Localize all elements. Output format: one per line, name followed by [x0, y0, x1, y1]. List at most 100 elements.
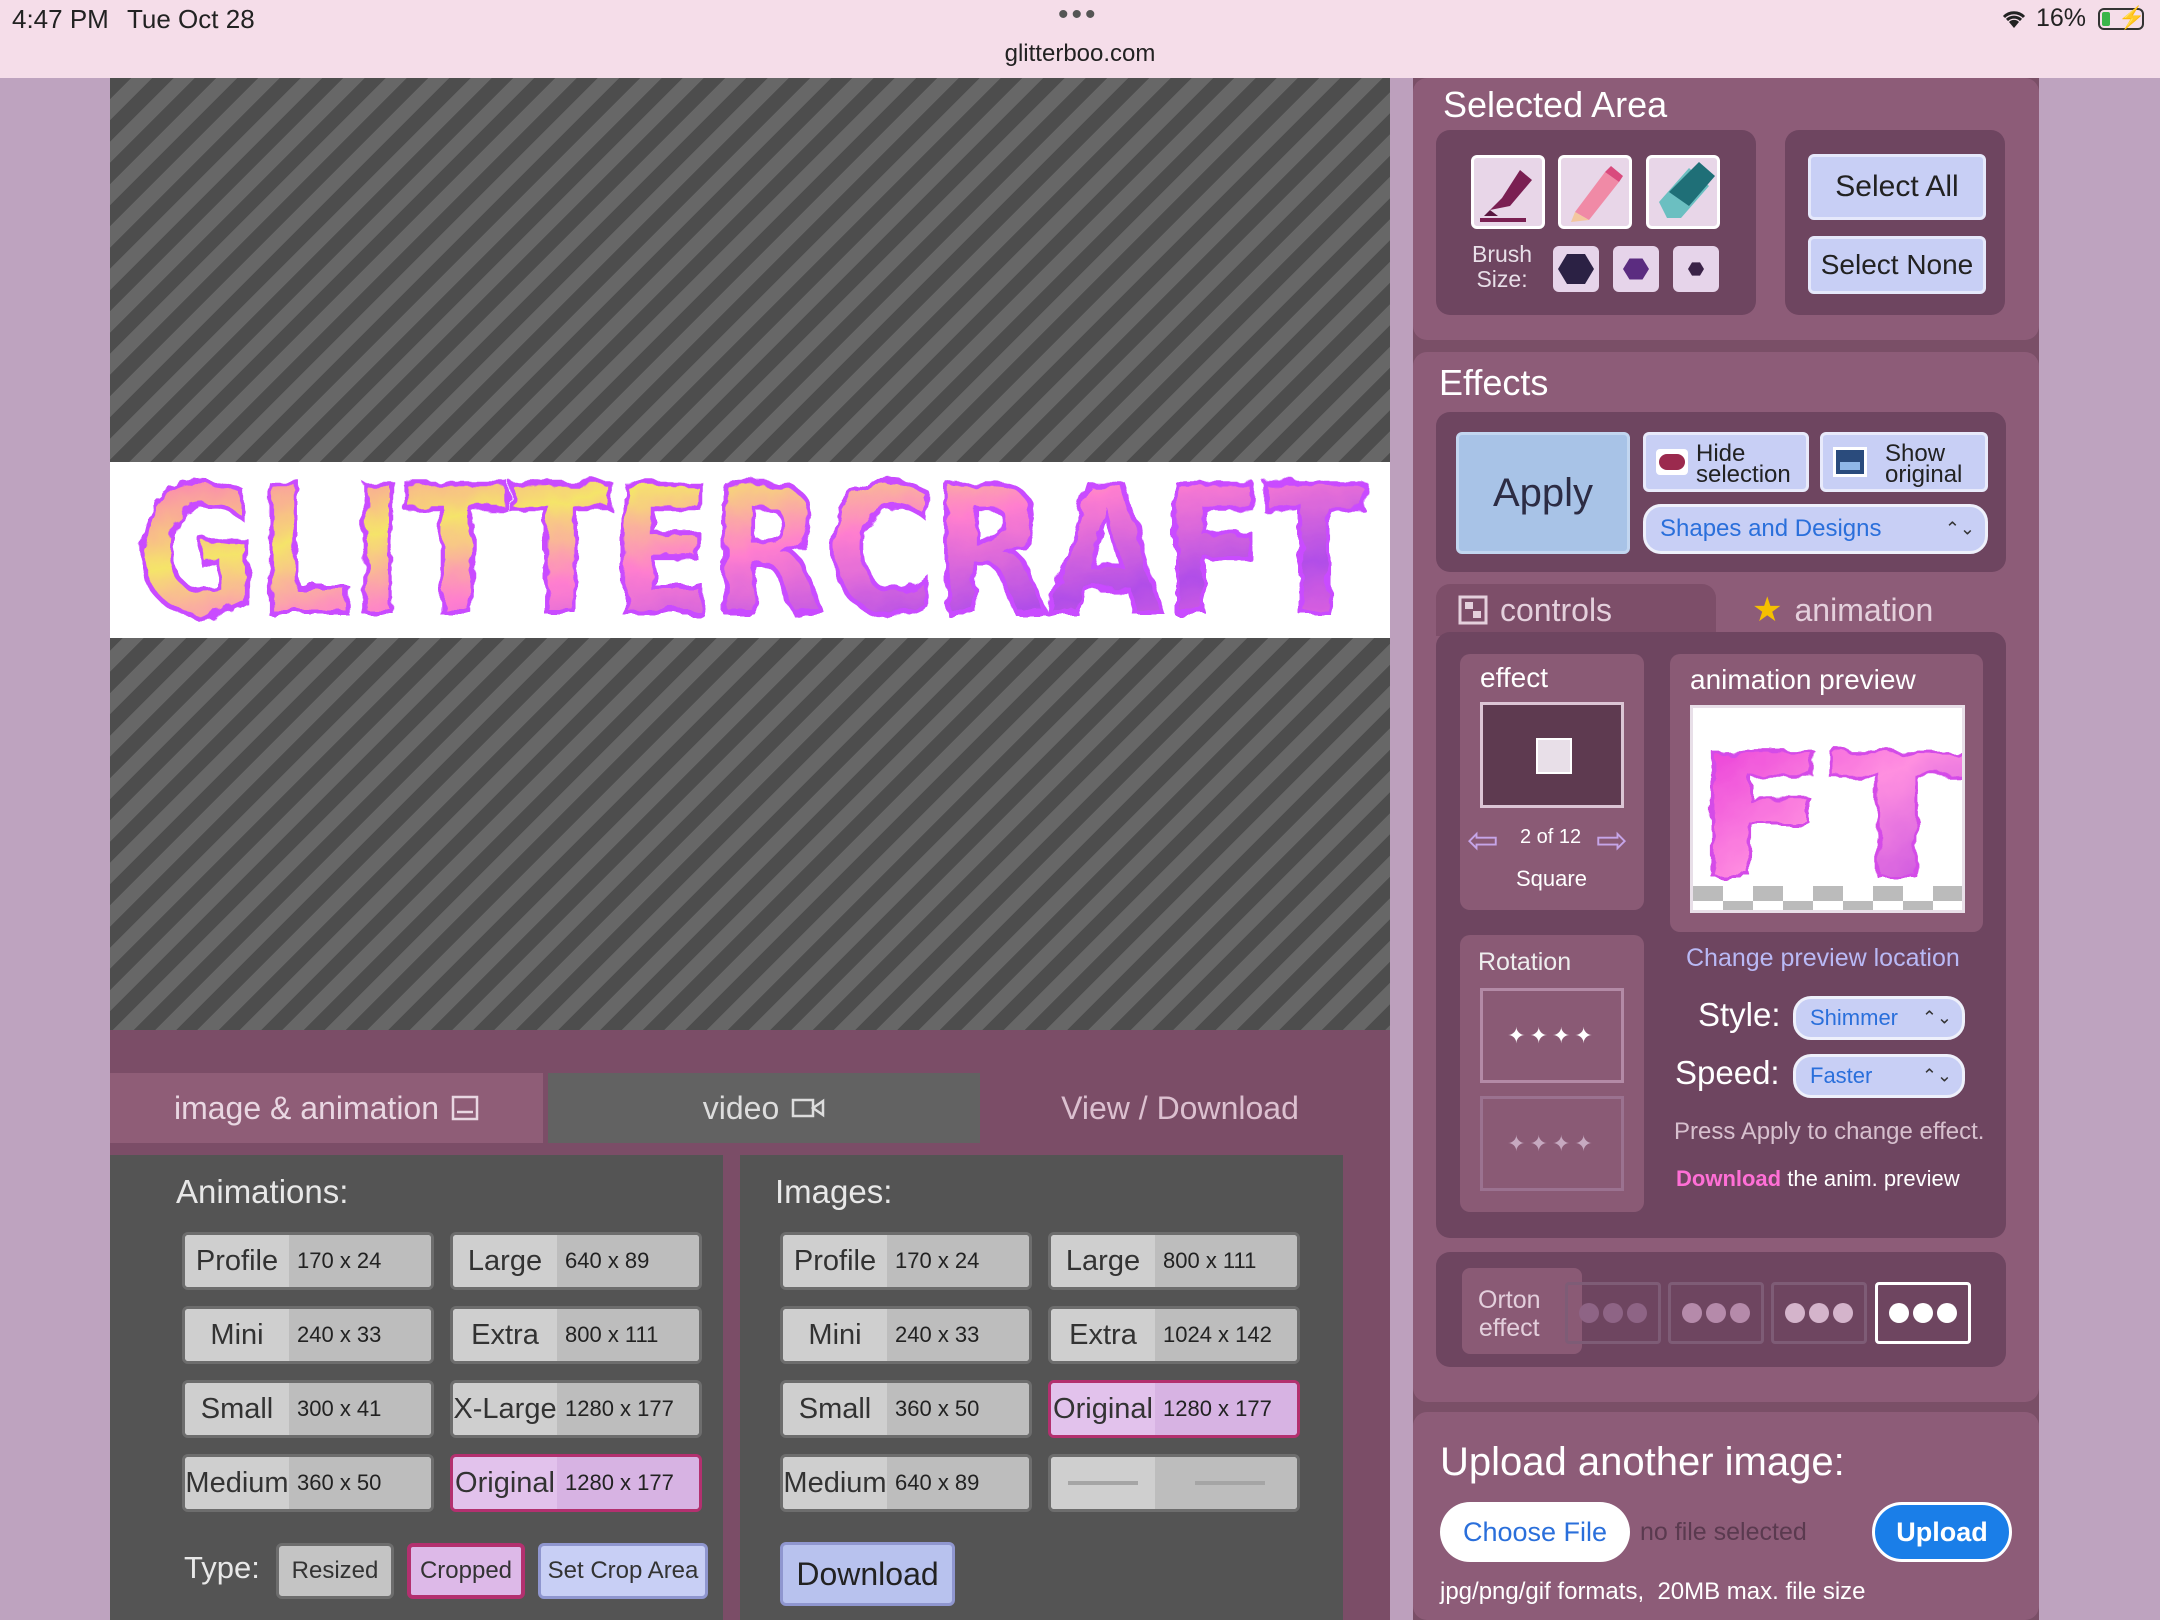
size-button[interactable]: Extra 1024 x 142: [1048, 1306, 1300, 1364]
size-button[interactable]: Small 300 x 41: [182, 1380, 434, 1438]
animation-preview-label: animation preview: [1690, 664, 1916, 695]
upload-title: Upload another image:: [1440, 1440, 1845, 1484]
address-bar-url[interactable]: glitterboo.com: [0, 40, 2160, 68]
size-dims: 170 x 24: [289, 1235, 431, 1287]
size-button[interactable]: Small 360 x 50: [780, 1380, 1032, 1438]
effect-name: Square: [1516, 866, 1587, 891]
type-resized-button[interactable]: Resized: [276, 1543, 394, 1599]
video-camera-icon: [792, 1098, 825, 1118]
tab-animation[interactable]: ★ animation: [1752, 586, 1933, 634]
size-button[interactable]: Extra 800 x 111: [450, 1306, 702, 1364]
size-dims: 240 x 33: [887, 1309, 1029, 1361]
size-name: Large: [1051, 1235, 1155, 1287]
tab-video[interactable]: video: [548, 1073, 980, 1143]
controls-icon: [1458, 595, 1488, 625]
press-apply-hint: Press Apply to change effect.: [1674, 1118, 1985, 1145]
size-name: Large: [453, 1235, 557, 1287]
effects-title: Effects: [1439, 362, 1549, 403]
size-dims: 300 x 41: [289, 1383, 431, 1435]
animation-preview-image: FT: [1690, 705, 1965, 913]
star-icon: ★: [1752, 591, 1783, 629]
upload-button[interactable]: Upload: [1872, 1502, 2012, 1562]
brush-size-medium[interactable]: [1613, 246, 1659, 292]
type-label: Type:: [184, 1550, 260, 1585]
orton-level-3[interactable]: [1875, 1282, 1971, 1344]
size-button[interactable]: Original 1280 x 177: [1048, 1380, 1300, 1438]
upload-formats-note: jpg/png/gif formats, 20MB max. file size: [1440, 1578, 1866, 1605]
size-button[interactable]: Profile 170 x 24: [780, 1232, 1032, 1290]
eraser-icon: [1659, 162, 1715, 218]
clock-date: Tue Oct 28: [127, 4, 255, 34]
size-button[interactable]: Large 640 x 89: [450, 1232, 702, 1290]
browser-status-bar: 4:47 PM Tue Oct 28 ••• glitterboo.com 16…: [0, 0, 2160, 78]
orton-effect-label: Orton effect: [1478, 1286, 1541, 1342]
brush-pencil-tool[interactable]: [1558, 155, 1632, 229]
size-dims: 640 x 89: [557, 1235, 699, 1287]
hexagon-large-icon: [1558, 254, 1594, 284]
wifi-icon: [2002, 11, 2026, 28]
size-button[interactable]: Mini 240 x 33: [182, 1306, 434, 1364]
chevron-updown-icon: ⌃⌄: [1921, 1065, 1952, 1086]
tab-image-animation[interactable]: image & animation: [110, 1073, 543, 1143]
rotation-option-1[interactable]: ✦✦✦✦: [1480, 988, 1624, 1083]
size-name: Medium: [783, 1457, 887, 1509]
prev-arrow-icon[interactable]: ⇦: [1467, 818, 1499, 863]
select-all-button[interactable]: Select All: [1808, 154, 1986, 220]
tab-video-label: video: [702, 1089, 780, 1126]
size-dims: [1155, 1457, 1297, 1509]
size-button[interactable]: Profile 170 x 24: [182, 1232, 434, 1290]
effect-category-select[interactable]: Shapes and Designs ⌃⌄: [1643, 504, 1988, 554]
more-dots-icon[interactable]: •••: [1058, 0, 1099, 32]
set-crop-area-button[interactable]: Set Crop Area: [538, 1543, 708, 1599]
size-dims: 360 x 50: [289, 1457, 431, 1509]
apply-button[interactable]: Apply: [1456, 432, 1630, 554]
animations-title: Animations:: [176, 1173, 349, 1210]
battery-icon: ⚡: [2098, 5, 2145, 30]
hide-selection-button[interactable]: Hide selection: [1643, 432, 1809, 492]
download-button[interactable]: Download: [780, 1542, 955, 1606]
size-name: Mini: [783, 1309, 887, 1361]
size-dims: 640 x 89: [887, 1457, 1029, 1509]
next-arrow-icon[interactable]: ⇨: [1596, 818, 1628, 863]
size-dims: 800 x 111: [1155, 1235, 1297, 1287]
size-name: Original: [1051, 1383, 1155, 1435]
size-button[interactable]: Large 800 x 111: [1048, 1232, 1300, 1290]
chevron-updown-icon: ⌃⌄: [1921, 1007, 1952, 1028]
brush-size-large[interactable]: [1553, 246, 1599, 292]
type-cropped-button[interactable]: Cropped: [407, 1543, 525, 1599]
brush-eraser-tool[interactable]: [1646, 155, 1720, 229]
change-preview-location-link[interactable]: Change preview location: [1686, 944, 1960, 973]
select-none-button[interactable]: Select None: [1808, 236, 1986, 294]
orton-level-0[interactable]: [1565, 1282, 1661, 1344]
style-select[interactable]: Shimmer ⌃⌄: [1793, 996, 1965, 1040]
brush-size-small[interactable]: [1673, 246, 1719, 292]
size-button[interactable]: Medium 640 x 89: [780, 1454, 1032, 1512]
size-button[interactable]: Original 1280 x 177: [450, 1454, 702, 1512]
size-name: Extra: [453, 1309, 557, 1361]
size-dims: 1280 x 177: [557, 1457, 699, 1509]
orton-level-2[interactable]: [1771, 1282, 1867, 1344]
size-button[interactable]: X-Large 1280 x 177: [450, 1380, 702, 1438]
page-margin-right: [2039, 78, 2160, 1620]
size-name: Profile: [185, 1235, 289, 1287]
choose-file-button[interactable]: Choose File: [1440, 1502, 1630, 1562]
clock-time: 4:47 PM: [12, 4, 109, 34]
no-file-selected-text: no file selected: [1640, 1518, 1807, 1546]
glitter-banner-image[interactable]: GLITTERCRAFT: [110, 462, 1390, 638]
speed-label: Speed:: [1675, 1054, 1780, 1091]
brush-marker-tool[interactable]: [1471, 155, 1545, 229]
size-name: Small: [185, 1383, 289, 1435]
size-button[interactable]: Mini 240 x 33: [780, 1306, 1032, 1364]
show-original-button[interactable]: Show original: [1820, 432, 1988, 492]
size-name: Profile: [783, 1235, 887, 1287]
tab-view-download[interactable]: View / Download: [985, 1073, 1375, 1143]
effect-thumbnail[interactable]: [1480, 702, 1624, 808]
speed-select[interactable]: Faster ⌃⌄: [1793, 1054, 1965, 1098]
size-button[interactable]: Medium 360 x 50: [182, 1454, 434, 1512]
banner-text: GLITTERCRAFT: [135, 462, 1365, 638]
orton-level-1[interactable]: [1668, 1282, 1764, 1344]
download-preview-link[interactable]: Download: [1676, 1166, 1781, 1191]
rotation-option-2[interactable]: ✦✦✦✦: [1480, 1096, 1624, 1191]
marker-icon: [1480, 170, 1532, 222]
image-icon: [451, 1095, 479, 1121]
